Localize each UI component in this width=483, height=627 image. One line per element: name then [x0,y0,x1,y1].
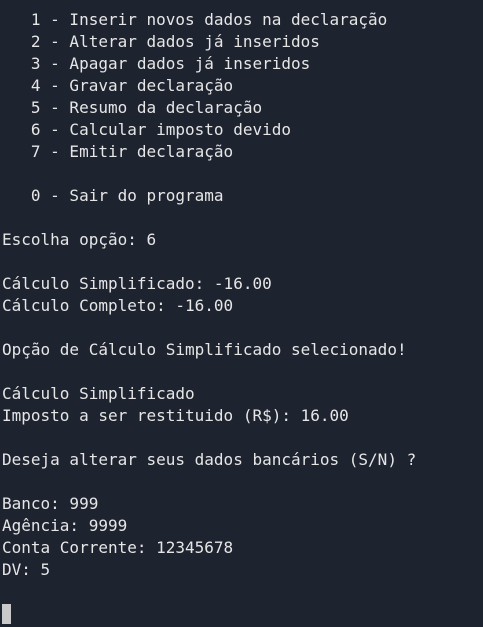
menu-item-6: 6 - Calcular imposto devido [2,120,291,139]
calc-simplified: Cálculo Simplificado: -16.00 [2,274,272,293]
bank-agencia: Agência: 9999 [2,516,128,535]
terminal-window[interactable]: 1 - Inserir novos dados na declaração 2 … [0,0,483,627]
bank-question: Deseja alterar seus dados bancários (S/N… [2,450,417,469]
menu-item-exit: 0 - Sair do programa [2,186,224,205]
calc-complete: Cálculo Completo: -16.00 [2,296,234,315]
option-prompt: Escolha opção: 6 [2,230,157,249]
selected-message: Opção de Cálculo Simplificado selecionad… [2,340,407,359]
bank-conta: Conta Corrente: 12345678 [2,538,234,557]
menu-item-1: 1 - Inserir novos dados na declaração [2,10,388,29]
result-refund: Imposto a ser restituido (R$): 16.00 [2,406,349,425]
menu-item-7: 7 - Emitir declaração [2,142,234,161]
input-line[interactable] [2,603,483,625]
menu-item-3: 3 - Apagar dados já inseridos [2,54,311,73]
menu-item-2: 2 - Alterar dados já inseridos [2,32,320,51]
bank-banco: Banco: 999 [2,494,99,513]
result-title: Cálculo Simplificado [2,384,195,403]
bank-dv: DV: 5 [2,560,51,579]
terminal-cursor [2,604,11,624]
menu-item-4: 4 - Gravar declaração [2,76,234,95]
menu-item-5: 5 - Resumo da declaração [2,98,263,117]
